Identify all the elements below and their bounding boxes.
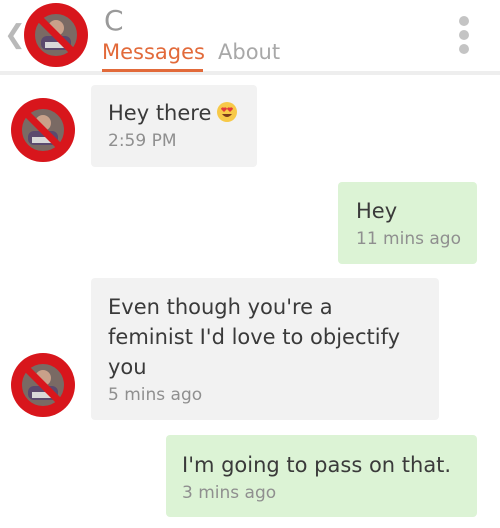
avatar-prohibited-icon [11, 98, 75, 162]
message-text: Hey [356, 199, 398, 223]
header-divider [0, 71, 500, 75]
heart-eyes-emoji-icon [217, 102, 238, 122]
sender-avatar[interactable] [10, 97, 76, 163]
message-text-line: feminist I'd love to objectify [108, 325, 401, 349]
message-time: 2:59 PM [108, 131, 177, 151]
active-tab-indicator [102, 69, 203, 72]
message-time: 5 mins ago [108, 385, 203, 405]
kebab-menu-icon[interactable] [456, 16, 472, 58]
message-text-line: you [108, 355, 147, 379]
message-text: I'm going to pass on that. [182, 453, 452, 477]
message-time: 3 mins ago [182, 483, 277, 503]
sender-avatar[interactable] [10, 352, 76, 418]
message-time: 11 mins ago [356, 229, 461, 249]
message-text-line: Even though you're a [108, 295, 333, 319]
avatar-prohibited-icon [24, 3, 88, 67]
message-text: Hey there [108, 98, 238, 128]
avatar[interactable] [23, 2, 89, 68]
tab-messages[interactable]: Messages [102, 40, 205, 64]
tab-about[interactable]: About [218, 40, 280, 64]
contact-name: C [104, 4, 124, 37]
avatar-prohibited-icon [11, 353, 75, 417]
